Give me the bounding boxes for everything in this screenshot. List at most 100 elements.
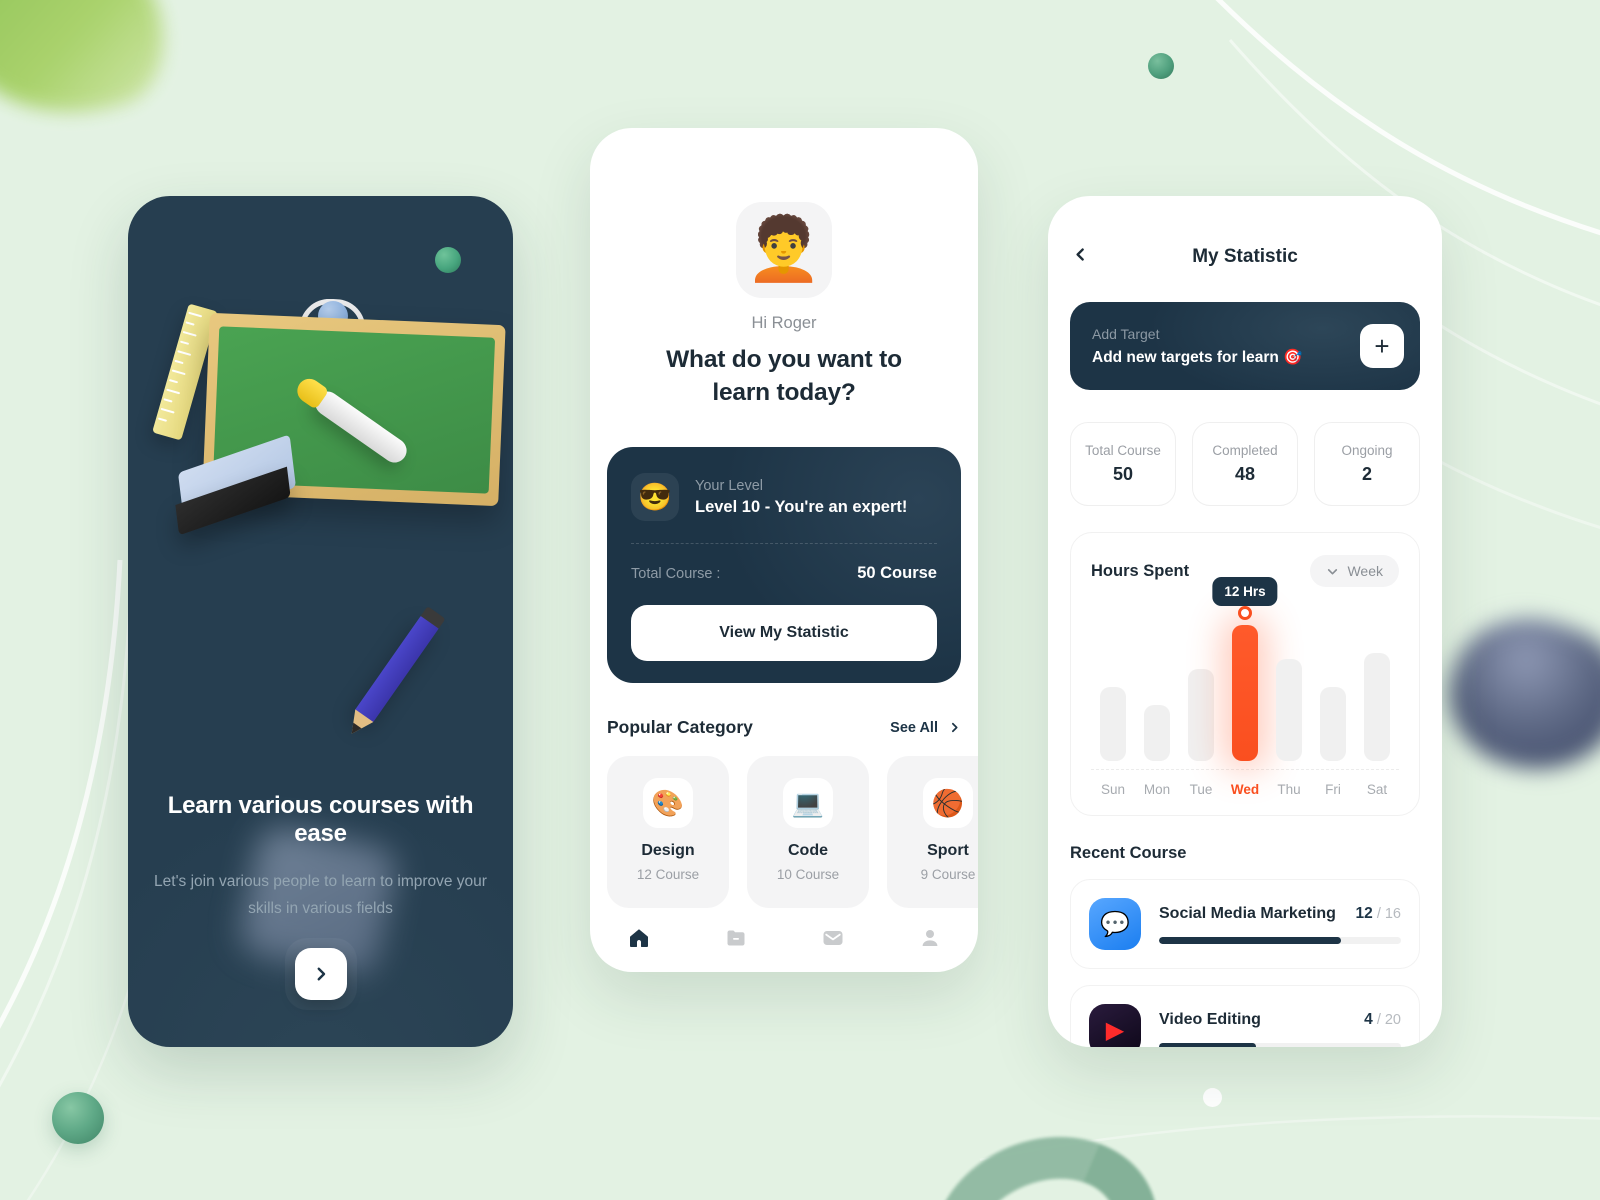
stat-value: 48 [1234, 464, 1256, 484]
category-card-sport[interactable]: 🏀 Sport 9 Course [887, 756, 978, 909]
see-all-link[interactable]: See All [890, 720, 961, 736]
progress-fill [1159, 1042, 1256, 1047]
category-name: Sport [927, 842, 969, 860]
course-name: Video Editing [1159, 1010, 1261, 1028]
range-selector[interactable]: Week [1310, 555, 1399, 587]
category-name: Code [788, 842, 828, 860]
laptop-icon: 💻 [783, 778, 833, 829]
chart-bar-column[interactable] [1311, 613, 1355, 761]
chart-x-tick-labels: Sun Mon Tue Wed Thu Fri Sat [1091, 782, 1399, 797]
stat-card-completed: Completed 48 [1192, 422, 1298, 506]
stat-card-ongoing: Ongoing 2 [1314, 422, 1420, 506]
category-card-code[interactable]: 💻 Code 10 Course [747, 756, 869, 909]
chart-title: Hours Spent [1091, 561, 1190, 580]
social-media-icon: 💬 [1089, 898, 1141, 950]
greeting-text: Hi Roger [751, 314, 817, 332]
divider [631, 543, 937, 545]
stat-label: Total Course [1085, 443, 1161, 458]
chart-plot-area: 12 Hrs [1091, 577, 1399, 761]
stat-label: Completed [1212, 443, 1278, 458]
back-button[interactable] [1072, 246, 1098, 268]
chart-bar [1276, 658, 1302, 761]
add-target-card: Add Target Add new targets for learn 🎯 + [1070, 302, 1420, 390]
course-total: / 16 [1376, 905, 1401, 922]
chart-tick-label: Mon [1143, 782, 1171, 797]
chart-bar-column[interactable] [1267, 613, 1311, 761]
statistic-header: My Statistic [1048, 196, 1442, 268]
chart-bar [1188, 669, 1214, 761]
course-name: Social Media Marketing [1159, 904, 1336, 922]
course-total: / 20 [1376, 1011, 1401, 1028]
chart-bar-column[interactable] [1091, 613, 1135, 761]
level-card: 😎 Your Level Level 10 - You're an expert… [607, 447, 961, 683]
course-progress-count: 12 / 16 [1356, 905, 1401, 923]
basketball-icon: 🏀 [923, 778, 973, 829]
chart-tick-label: Sun [1100, 782, 1126, 797]
chart-bar-column[interactable]: 12 Hrs [1212, 577, 1278, 761]
tab-mail[interactable] [784, 926, 881, 950]
onboarding-screen: Learn various courses with ease Let's jo… [128, 196, 513, 1047]
add-target-caption: Add Target [1092, 325, 1160, 342]
category-name: Design [641, 842, 695, 860]
level-value: Level 10 - You're an expert! [695, 497, 908, 516]
onboarding-copy: Learn various courses with ease Let's jo… [128, 792, 513, 922]
next-button-halo [284, 938, 357, 1010]
tab-home[interactable] [590, 926, 687, 950]
chart-bar [1100, 687, 1126, 761]
stat-value: 2 [1361, 464, 1372, 484]
hours-spent-chart: Hours Spent Week 12 Hrs Sun Mon Tue Wed Thu F… [1070, 532, 1420, 816]
category-count: 10 Course [776, 867, 840, 883]
chart-tick-label: Sat [1366, 782, 1388, 797]
view-my-statistic-button[interactable]: View My Statistic [631, 605, 937, 662]
onboarding-subtitle: Let's join various people to learn to im… [154, 873, 487, 918]
chart-bar-dot-icon [1238, 606, 1252, 620]
chart-tooltip: 12 Hrs [1212, 577, 1278, 606]
tab-folder[interactable] [687, 926, 784, 950]
popular-category-header: Popular Category See All [607, 717, 961, 738]
green-dot-decor [1148, 53, 1174, 79]
recent-course-item-video-editing[interactable]: ▶ Video Editing 4 / 20 [1070, 985, 1420, 1047]
category-card-design[interactable]: 🎨 Design 12 Course [607, 756, 729, 909]
chart-bar-column[interactable] [1135, 613, 1179, 761]
stat-cards: Total Course 50 Completed 48 Ongoing 2 [1070, 422, 1420, 506]
chevron-left-icon [1076, 248, 1084, 261]
pencil-icon [342, 606, 446, 741]
total-course-label: Total Course : [631, 565, 721, 582]
chart-bar-highlighted [1232, 606, 1258, 761]
add-target-button[interactable]: + [1360, 324, 1404, 368]
chart-bar [1364, 652, 1390, 761]
white-dot-decor [1203, 1088, 1222, 1107]
home-icon [629, 929, 648, 947]
course-progress-count: 4 / 20 [1364, 1011, 1401, 1029]
page-title: My Statistic [1192, 246, 1298, 267]
category-list: 🎨 Design 12 Course 💻 Code 10 Course 🏀 Sp… [607, 756, 978, 909]
recent-course-item-social-media[interactable]: 💬 Social Media Marketing 12 / 16 [1070, 879, 1420, 969]
chart-bar [1320, 687, 1346, 761]
chevron-right-icon [317, 967, 325, 981]
chart-tick-label: Fri [1325, 782, 1341, 797]
stat-label: Ongoing [1341, 443, 1393, 458]
folder-icon [727, 930, 744, 946]
video-play-icon: ▶ [1089, 1004, 1141, 1047]
progress-track [1159, 936, 1401, 944]
next-button[interactable] [294, 948, 347, 1000]
course-done: 4 [1364, 1010, 1373, 1028]
chart-tick-label: Wed [1230, 782, 1260, 797]
chevron-down-icon [1328, 568, 1338, 574]
chart-bar-column[interactable] [1355, 613, 1399, 761]
chevron-right-icon [952, 722, 958, 733]
green-sphere-icon [435, 247, 461, 273]
avatar[interactable]: 🧑‍🦱 [736, 202, 832, 298]
stat-card-total-course: Total Course 50 [1070, 422, 1176, 506]
mail-icon [823, 931, 842, 945]
chart-bar [1144, 704, 1170, 761]
tab-profile[interactable] [881, 926, 978, 950]
total-course-value: 50 Course [857, 564, 937, 583]
category-count: 12 Course [636, 867, 700, 883]
onboarding-title: Learn various courses with ease [167, 792, 474, 847]
chart-bar-column[interactable] [1179, 613, 1223, 761]
chart-axis-line [1091, 769, 1399, 770]
progress-fill [1159, 936, 1341, 944]
page-title: What do you want to learn today? [666, 346, 902, 407]
home-screen: 🧑‍🦱 Hi Roger What do you want to learn t… [590, 128, 978, 972]
